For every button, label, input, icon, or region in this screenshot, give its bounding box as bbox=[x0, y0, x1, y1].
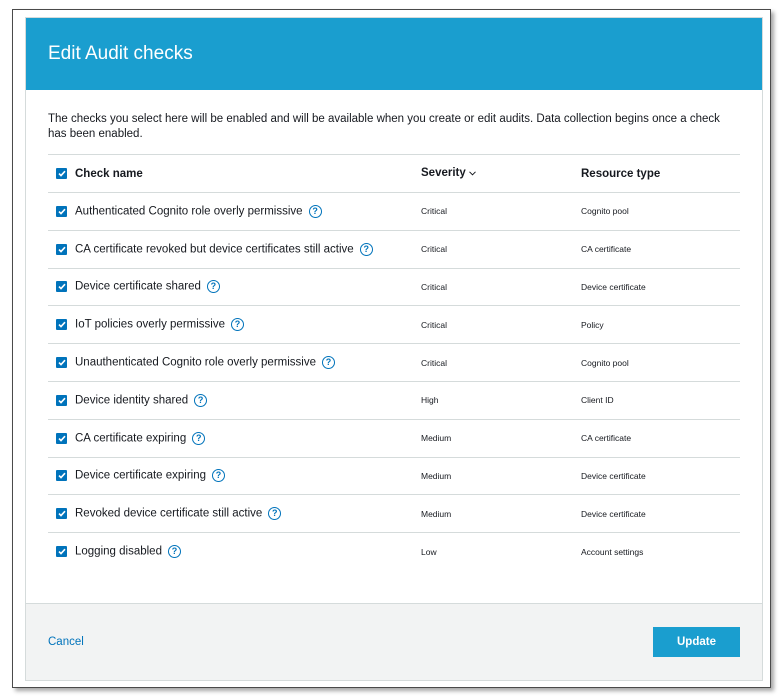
severity-cell: Low bbox=[421, 546, 437, 557]
table-row: Authenticated Cognito role overly permis… bbox=[48, 192, 740, 231]
resource-type-cell: Device certificate bbox=[581, 281, 646, 292]
modal-header: Edit Audit checks bbox=[26, 18, 762, 90]
severity-header-label: Severity bbox=[421, 167, 466, 180]
table-header-row: Check name Severity Resource type bbox=[48, 154, 740, 193]
cancel-link[interactable]: Cancel bbox=[48, 636, 84, 648]
table-row: Revoked device certificate still active?… bbox=[48, 494, 740, 533]
column-header-severity[interactable]: Severity bbox=[420, 155, 580, 193]
checkmark-icon bbox=[57, 170, 66, 177]
row-checkbox[interactable] bbox=[56, 432, 67, 444]
row-checkbox[interactable] bbox=[56, 205, 67, 217]
help-circle-icon[interactable]: ? bbox=[206, 280, 220, 294]
table-row: Logging disabled? Low Account settings bbox=[48, 532, 740, 571]
table-row: Device identity shared? High Client ID bbox=[48, 381, 740, 419]
checkmark-icon bbox=[57, 321, 66, 329]
chevron-down-icon[interactable] bbox=[468, 167, 476, 179]
check-name: Device certificate shared bbox=[75, 281, 201, 294]
help-circle-icon[interactable]: ? bbox=[230, 318, 244, 332]
checkmark-icon bbox=[57, 397, 66, 404]
severity-cell: Medium bbox=[421, 508, 452, 519]
row-checkbox[interactable] bbox=[56, 508, 67, 520]
help-circle-icon[interactable]: ? bbox=[268, 507, 282, 521]
severity-cell: Critical bbox=[421, 357, 447, 368]
check-name: Authenticated Cognito role overly permis… bbox=[75, 205, 303, 218]
resource-type-cell: Device certificate bbox=[581, 470, 646, 481]
help-circle-icon[interactable]: ? bbox=[321, 356, 335, 370]
edit-audit-checks-modal: Edit Audit checks The checks you select … bbox=[25, 17, 763, 681]
check-name: Logging disabled bbox=[75, 545, 162, 558]
row-checkbox[interactable] bbox=[56, 281, 67, 293]
help-circle-icon[interactable]: ? bbox=[167, 545, 181, 559]
checkmark-icon bbox=[57, 284, 66, 291]
checkmark-icon bbox=[57, 359, 66, 366]
check-name: CA certificate revoked but device certif… bbox=[75, 243, 354, 256]
severity-cell: Critical bbox=[421, 319, 447, 330]
table-row: Device certificate expiring? Medium Device… bbox=[48, 457, 740, 495]
severity-cell: Critical bbox=[421, 281, 447, 292]
table-row: Device certificate shared? Critical Device… bbox=[48, 268, 740, 306]
resource-type-cell: Account settings bbox=[581, 546, 644, 557]
modal-footer: Cancel Update bbox=[26, 603, 762, 680]
select-all-checkbox[interactable] bbox=[56, 167, 67, 179]
screenshot-frame: Edit Audit checks The checks you select … bbox=[12, 9, 771, 688]
check-name: Device identity shared bbox=[75, 394, 189, 407]
help-circle-icon[interactable]: ? bbox=[192, 431, 206, 445]
row-checkbox[interactable] bbox=[56, 546, 67, 558]
row-checkbox[interactable] bbox=[56, 357, 67, 369]
resource-type-cell: Device certificate bbox=[581, 508, 646, 519]
row-checkbox[interactable] bbox=[56, 394, 67, 406]
update-button[interactable]: Update bbox=[653, 627, 740, 657]
checkmark-icon bbox=[57, 208, 66, 215]
severity-cell: Critical bbox=[421, 206, 447, 217]
checkmark-icon bbox=[57, 473, 66, 480]
checkmark-icon bbox=[57, 246, 66, 253]
resource-type-cell: CA certificate bbox=[581, 433, 632, 444]
modal-description: The checks you select here will be enabl… bbox=[48, 113, 720, 140]
modal-body: The checks you select here will be enabl… bbox=[26, 90, 762, 570]
column-header-check-name: Check name bbox=[75, 167, 143, 180]
row-checkbox[interactable] bbox=[56, 470, 67, 482]
checkmark-icon bbox=[57, 548, 66, 556]
help-circle-icon[interactable]: ? bbox=[308, 204, 322, 218]
resource-type-cell: Policy bbox=[581, 319, 604, 330]
checkmark-icon bbox=[57, 510, 66, 517]
check-name: IoT policies overly permissive bbox=[75, 318, 225, 331]
help-circle-icon[interactable]: ? bbox=[359, 242, 373, 256]
resource-type-cell: CA certificate bbox=[581, 244, 632, 255]
table-row: CA certificate expiring? Medium CA certifi… bbox=[48, 419, 740, 457]
resource-type-cell: Client ID bbox=[581, 395, 614, 406]
check-name: CA certificate expiring bbox=[75, 432, 187, 445]
column-header-resource-type: Resource type bbox=[581, 167, 661, 180]
help-circle-icon[interactable]: ? bbox=[212, 469, 226, 483]
table-row: IoT policies overly permissive? Critical P… bbox=[48, 305, 740, 344]
audit-checks-table: Check name Severity Resource type Authen… bbox=[48, 154, 740, 570]
checkmark-icon bbox=[57, 435, 66, 442]
audit-checks-list: Authenticated Cognito role overly permis… bbox=[48, 192, 740, 571]
help-circle-icon[interactable]: ? bbox=[194, 393, 208, 407]
check-name: Device certificate expiring bbox=[75, 470, 207, 482]
check-name: Revoked device certificate still active bbox=[75, 507, 263, 520]
severity-cell: Medium bbox=[421, 470, 452, 481]
table-row: CA certificate revoked but device certif… bbox=[48, 230, 740, 268]
severity-cell: Medium bbox=[421, 433, 452, 444]
severity-cell: High bbox=[421, 395, 439, 406]
modal-title: Edit Audit checks bbox=[48, 43, 193, 64]
check-name: Unauthenticated Cognito role overly perm… bbox=[75, 356, 316, 369]
severity-cell: Critical bbox=[421, 244, 447, 255]
resource-type-cell: Cognito pool bbox=[581, 357, 629, 368]
row-checkbox[interactable] bbox=[56, 319, 67, 331]
table-row: Unauthenticated Cognito role overly perm… bbox=[48, 343, 740, 382]
row-checkbox[interactable] bbox=[56, 243, 67, 255]
resource-type-cell: Cognito pool bbox=[581, 206, 629, 217]
